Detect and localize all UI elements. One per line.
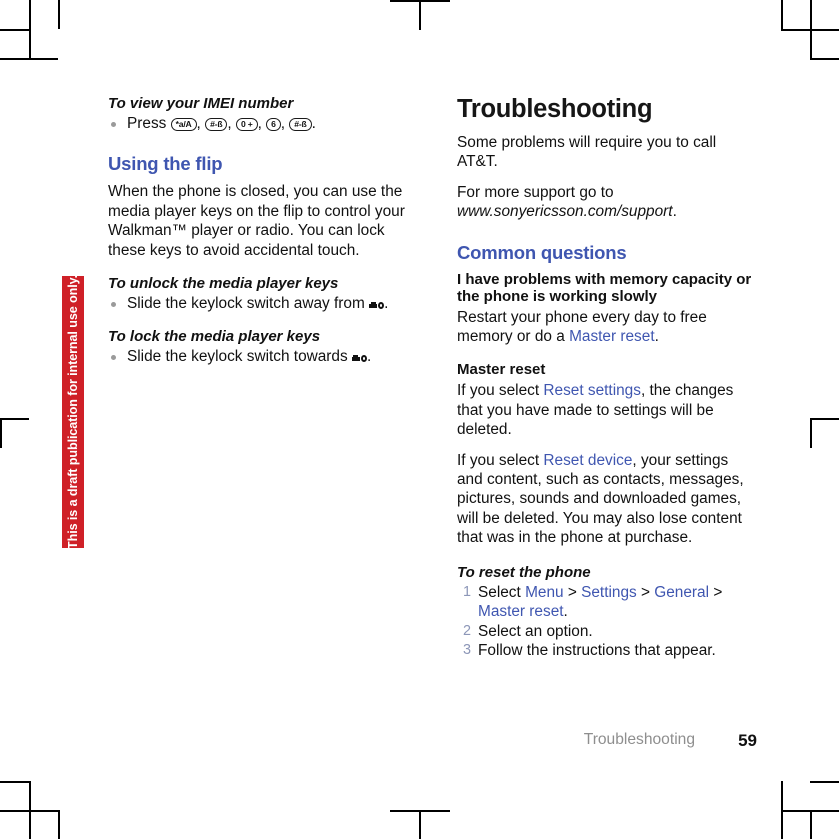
draft-banner-text: This is a draft publication for internal… (66, 275, 80, 549)
link-menu[interactable]: Menu (525, 584, 564, 601)
link-master-reset[interactable]: Master reset (569, 328, 655, 345)
list-item: 3 Follow the instructions that appear. (457, 641, 757, 660)
link-reset-device[interactable]: Reset device (543, 452, 632, 469)
step-number: 2 (462, 622, 471, 639)
list-item: Press *a/A, #-ß, 0 +, 6, #-ß. (108, 114, 420, 133)
support-lead-text: For more support go to (457, 183, 614, 201)
page-title: Troubleshooting (457, 95, 653, 123)
lock-text-after: . (366, 348, 372, 366)
lock-media-keys-heading: To lock the media player keys (108, 328, 321, 346)
reset-settings-before: If you select (457, 382, 544, 400)
imei-section-heading: To view your IMEI number (108, 95, 294, 112)
step2-text: Select an option. (478, 622, 593, 640)
crop-mark-top-center-v (419, 0, 421, 30)
right-text-column: Troubleshooting Some problems will requi… (457, 95, 757, 660)
step1-after: . (563, 603, 568, 621)
link-settings[interactable]: Settings (581, 584, 637, 601)
step1-sep2: > (636, 583, 655, 601)
step3-text: Follow the instructions that appear. (478, 641, 716, 659)
unlock-media-keys-heading: To unlock the media player keys (108, 275, 339, 293)
crop-mark-right-middle-v (810, 418, 812, 448)
left-text-column: To view your IMEI number Press *a/A, #-ß… (108, 95, 420, 369)
crop-mark-top-left-h2 (0, 29, 29, 31)
imei-press-trailing: . (311, 115, 316, 132)
troubleshooting-intro: Some problems will require you to call A… (457, 134, 717, 171)
to-reset-phone-heading: To reset the phone (457, 563, 591, 581)
list-item: Slide the keylock switch away from . (108, 294, 420, 313)
keycap-hash-silent-2: #-ß (289, 118, 312, 131)
imei-bullet-list: Press *a/A, #-ß, 0 +, 6, #-ß. (108, 114, 420, 133)
lock-bullet-list: Slide the keylock switch towards . (108, 347, 420, 366)
support-url: www.sonyericsson.com/support (457, 203, 673, 221)
lock-text-before: Slide the keylock switch towards (127, 348, 352, 366)
keycap-zero-plus: 0 + (235, 118, 258, 131)
unlock-text-before: Slide the keylock switch away from (127, 295, 370, 313)
page-canvas: This is a draft publication for internal… (0, 0, 839, 839)
step-number: 3 (462, 641, 471, 658)
master-reset-subheading: Master reset (457, 361, 546, 379)
keycap-hash-silent: #-ß (205, 118, 228, 131)
keylock-switch-icon (369, 300, 385, 309)
list-item: 1 Select Menu > Settings > General > Mast… (457, 583, 757, 622)
reset-steps-list: 1 Select Menu > Settings > General > Mast… (457, 583, 757, 661)
keycap-star-case: *a/A (170, 118, 197, 131)
crop-mark-bottom-right-h1 (810, 781, 839, 783)
crop-mark-bottom-left-v2 (58, 810, 60, 839)
using-the-flip-heading: Using the flip (108, 153, 223, 175)
crop-mark-left-middle-v (0, 418, 2, 448)
link-reset-settings[interactable]: Reset settings (543, 382, 641, 399)
reset-device-before: If you select (457, 451, 544, 469)
crop-mark-top-left-h1 (0, 58, 58, 60)
crop-mark-top-left-v2 (58, 0, 60, 29)
crop-mark-top-left-v1 (29, 0, 31, 58)
memory-answer-paragraph: Restart your phone every day to free mem… (457, 308, 757, 347)
memory-question-heading: I have problems with memory capacity or … (457, 270, 752, 305)
crop-mark-left-middle-h (0, 418, 29, 420)
crop-mark-top-right-v2 (810, 0, 812, 58)
draft-publication-banner: This is a draft publication for internal… (62, 275, 84, 549)
crop-mark-right-middle-h (810, 418, 839, 420)
step-number: 1 (462, 583, 471, 600)
footer-chapter-name: Troubleshooting (583, 731, 695, 748)
list-item: Slide the keylock switch towards . (108, 347, 420, 366)
step1-sep3: > (709, 583, 723, 601)
reset-settings-paragraph: If you select Reset settings, the change… (457, 381, 757, 439)
list-item: 2 Select an option. (457, 622, 757, 641)
flip-description-paragraph: When the phone is closed, you can use th… (108, 183, 405, 259)
crop-mark-bottom-right-v2 (810, 810, 812, 839)
reset-device-paragraph: If you select Reset device, your setting… (457, 451, 757, 548)
common-questions-heading: Common questions (457, 241, 627, 263)
step1-before: Select (478, 583, 526, 601)
footer-page-number: 59 (738, 731, 757, 750)
crop-mark-bottom-left-h2 (0, 810, 58, 812)
link-master-reset-step[interactable]: Master reset (478, 603, 564, 620)
memory-answer-after: . (654, 328, 659, 346)
imei-press-lead: Press (127, 115, 171, 132)
crop-mark-top-right-h2 (810, 58, 839, 60)
page-footer: Troubleshooting 59 (457, 731, 757, 755)
crop-mark-top-right-v1 (781, 0, 783, 29)
keylock-switch-icon (351, 353, 367, 362)
crop-mark-bottom-center-v (419, 810, 421, 839)
crop-mark-bottom-left-h1 (0, 781, 29, 783)
support-trailing-text: . (672, 203, 677, 221)
unlock-text-after: . (384, 295, 389, 313)
keycap-six: 6 (266, 118, 281, 131)
step1-sep1: > (563, 583, 582, 601)
support-paragraph: For more support go to www.sonyericsson.… (457, 183, 757, 222)
link-general[interactable]: General (654, 584, 709, 601)
unlock-bullet-list: Slide the keylock switch away from . (108, 294, 420, 313)
